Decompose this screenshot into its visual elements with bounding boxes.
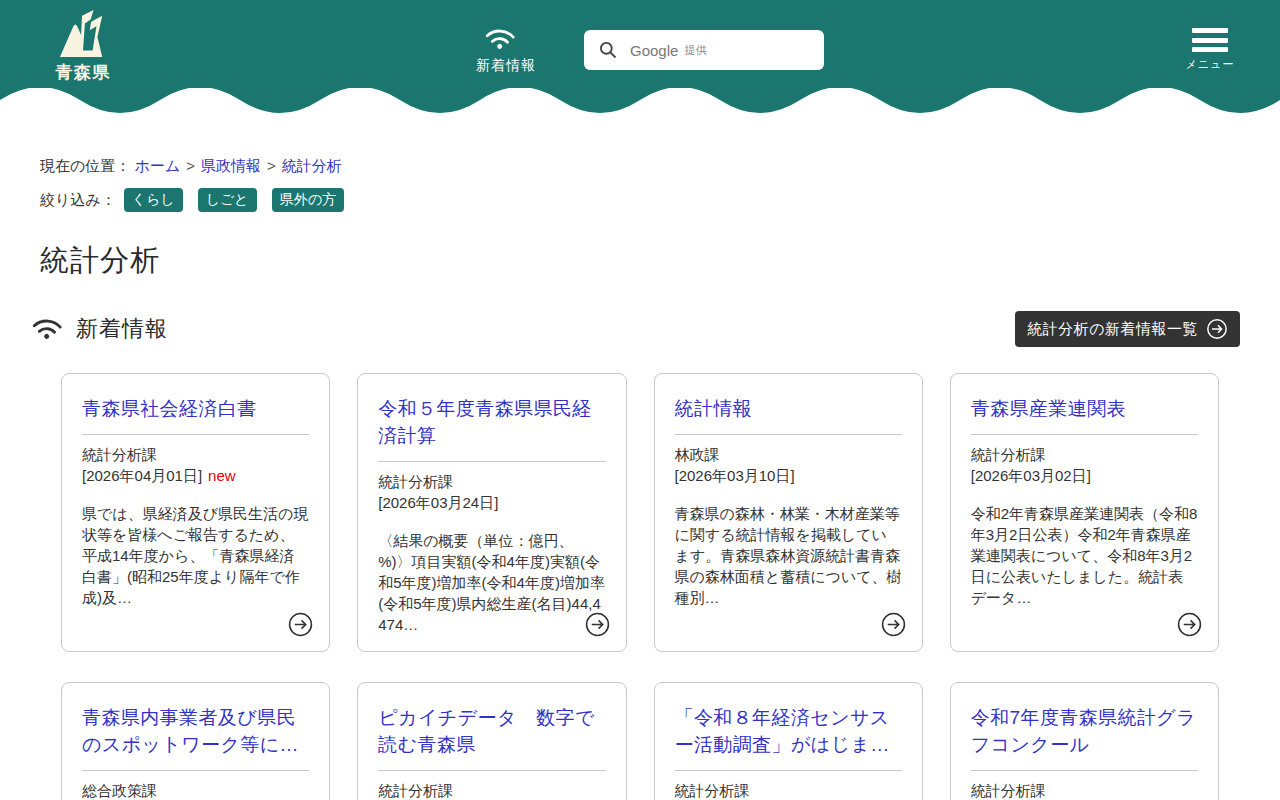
header-new-info-link[interactable]: 新着情報 [470,26,542,75]
card-title[interactable]: 統計情報 [675,395,902,422]
site-logo[interactable]: 青森県 [52,10,114,84]
filter-button[interactable]: くらし [124,188,183,212]
card-department: 統計分析課 [971,780,1198,800]
breadcrumb: 現在の位置： ホーム > 県政情報 > 統計分析 [40,156,1240,176]
search-icon [598,40,618,60]
arrow-circle-icon [288,612,313,637]
card-divider [675,434,902,435]
news-card[interactable]: 青森県内事業者及び県民のスポットワーク等に… 総合政策課 [61,682,330,800]
page-title: 統計分析 [40,244,1240,277]
card-date: [2026年03月02日] [971,467,1091,484]
new-info-label: 新着情報 [476,57,536,73]
card-divider [971,434,1198,435]
menu-button[interactable]: メニュー [1178,28,1242,72]
card-date: [2026年03月10日] [675,467,795,484]
arrow-circle-icon [585,612,610,637]
breadcrumb-link[interactable]: ホーム [135,157,181,174]
aomori-prefecture-logo-icon [56,10,110,60]
arrow-circle-icon [1177,612,1202,637]
arrow-circle-icon [881,612,906,637]
card-summary: 青森県の森林・林業・木材産業等に関する統計情報を掲載しています。青森県森林資源統… [675,503,902,608]
card-summary: 県では、県経済及び県民生活の現状等を皆様へご報告するため、平成14年度から、「青… [82,503,309,608]
card-department: 統計分析課 [675,780,902,800]
site-header: 青森県 新着情報 Google 提供 メニュー [0,0,1280,88]
card-department: 林政課 [675,444,902,465]
card-summary: 令和2年青森県産業連関表（令和8年3月2日公表）令和2年青森県産業連関表について… [971,503,1198,608]
filter-button[interactable]: 県外の方 [272,188,344,212]
news-card[interactable]: 統計情報 林政課 [2026年03月10日] 青森県の森林・林業・木材産業等に関… [654,373,923,652]
card-title[interactable]: ピカイチデータ 数字で読む青森県 [378,704,605,758]
news-card[interactable]: ピカイチデータ 数字で読む青森県 統計分析課 [357,682,626,800]
news-card[interactable]: 令和５年度青森県県民経済計算 統計分析課 [2026年03月24日] 〈結果の概… [357,373,626,652]
rss-icon [482,18,519,55]
header-wave-decoration [0,87,1280,113]
hamburger-icon [1192,28,1228,52]
menu-label: メニュー [1178,57,1242,72]
card-title[interactable]: 令和7年度青森県統計グラフコンクール [971,704,1198,758]
search-placeholder-brand: Google [630,42,678,59]
card-date: [2026年03月24日] [378,494,498,511]
card-title[interactable]: 「令和８年経済センサスー活動調査」がはじま… [675,704,902,758]
news-card[interactable]: 「令和８年経済センサスー活動調査」がはじま… 統計分析課 [654,682,923,800]
search-placeholder-sub: 提供 [684,43,706,58]
card-department: 総合政策課 [82,780,309,800]
card-title[interactable]: 青森県社会経済白書 [82,395,309,422]
card-date: [2026年04月01日] [82,467,202,484]
news-card[interactable]: 令和7年度青森県統計グラフコンクール 統計分析課 [950,682,1219,800]
news-card[interactable]: 青森県社会経済白書 統計分析課 [2026年04月01日] new 県では、県経済… [61,373,330,652]
card-department: 統計分析課 [82,444,309,465]
card-title[interactable]: 令和５年度青森県県民経済計算 [378,395,605,449]
filter-label: 絞り込み： [40,191,116,210]
search-box[interactable]: Google 提供 [584,30,824,70]
card-divider [82,434,309,435]
filter-row: 絞り込み： くらししごと県外の方 [40,188,1240,212]
card-divider [675,770,902,771]
card-divider [378,770,605,771]
card-divider [82,770,309,771]
breadcrumb-separator: > [267,157,276,174]
card-summary: 〈結果の概要（単位：億円、%)〉項目実額(令和4年度)実額(令和5年度)増加率(… [378,530,605,635]
card-department: 統計分析課 [971,444,1198,465]
breadcrumb-label: 現在の位置： [40,157,130,174]
card-department: 統計分析課 [378,471,605,492]
breadcrumb-separator: > [186,157,195,174]
rss-icon [29,308,66,345]
card-title[interactable]: 青森県内事業者及び県民のスポットワーク等に… [82,704,309,758]
breadcrumb-link[interactable]: 県政情報 [201,157,261,174]
logo-text: 青森県 [52,61,114,84]
breadcrumb-link[interactable]: 統計分析 [282,157,342,174]
filter-button[interactable]: しごと [198,188,257,212]
arrow-circle-icon [1206,318,1228,340]
new-badge: new [208,467,236,484]
card-divider [971,770,1198,771]
news-section-title: 新着情報 [40,314,168,344]
card-department: 統計分析課 [378,780,605,800]
news-card[interactable]: 青森県産業連関表 統計分析課 [2026年03月02日] 令和2年青森県産業連関… [950,373,1219,652]
news-list-button[interactable]: 統計分析の新着情報一覧 [1015,311,1240,347]
news-card-grid: 青森県社会経済白書 統計分析課 [2026年04月01日] new 県では、県経済… [61,373,1219,800]
card-title[interactable]: 青森県産業連関表 [971,395,1198,422]
card-divider [378,461,605,462]
